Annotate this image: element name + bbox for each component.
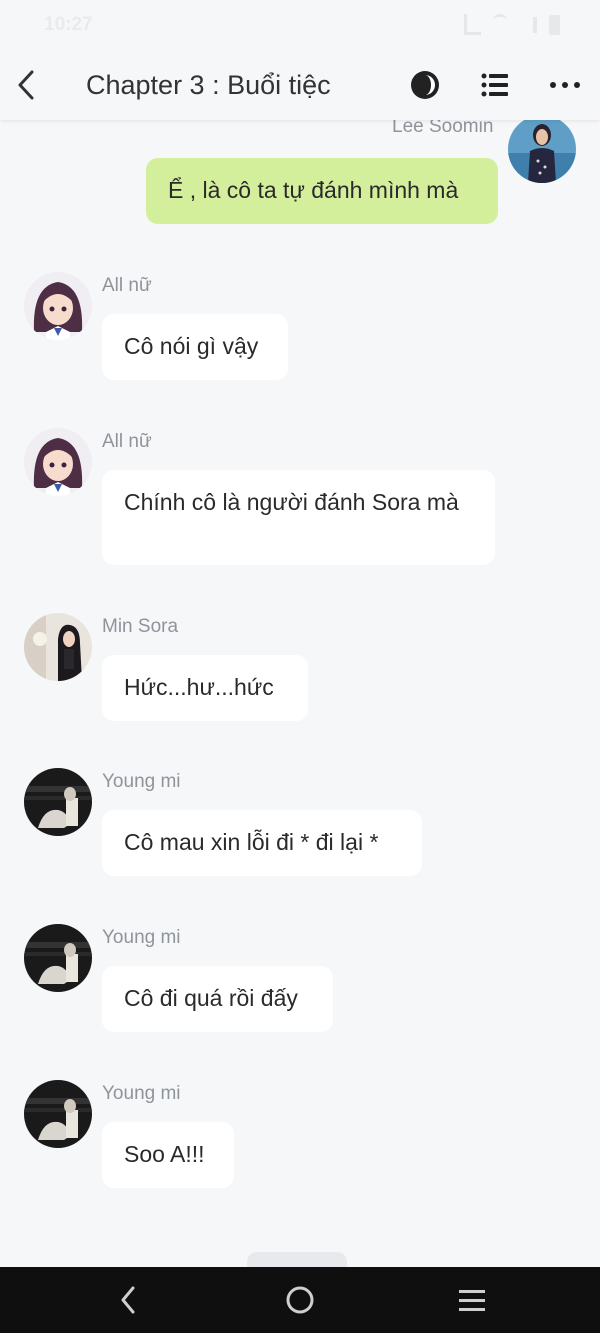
message-bubble: Hức...hư...hức bbox=[102, 655, 308, 721]
avatar-all-nu[interactable] bbox=[24, 428, 92, 496]
message-bubble-self: Ể , là cô ta tự đánh mình mà bbox=[146, 158, 498, 224]
chapter-list-button[interactable] bbox=[478, 68, 512, 102]
avatar-all-nu[interactable] bbox=[24, 272, 92, 340]
signal-icon bbox=[519, 16, 537, 33]
sender-name: Lee Soomin bbox=[392, 120, 494, 137]
nav-recents-icon bbox=[459, 1290, 485, 1311]
theme-toggle-button[interactable] bbox=[408, 68, 442, 102]
nav-recents-button[interactable] bbox=[452, 1284, 492, 1316]
data-icon bbox=[464, 14, 481, 35]
message-text: Soo A!!! bbox=[124, 1141, 205, 1167]
more-options-icon bbox=[550, 82, 580, 88]
message-text: Chính cô là người đánh Sora mà bbox=[124, 489, 459, 515]
back-arrow-icon bbox=[18, 70, 34, 100]
wifi-icon bbox=[493, 14, 507, 35]
avatar-min-sora[interactable] bbox=[24, 613, 92, 681]
message-bubble: Cô mau xin lỗi đi * đi lại * bbox=[102, 810, 422, 876]
avatar-young-mi[interactable] bbox=[24, 1080, 92, 1148]
chapter-header: Chapter 3 : Buổi tiệc bbox=[0, 50, 600, 120]
message-text: Cô đi quá rồi đấy bbox=[124, 985, 298, 1011]
status-bar: 10:27 bbox=[0, 0, 600, 50]
battery-icon bbox=[549, 14, 560, 35]
status-icons bbox=[464, 14, 560, 35]
theme-toggle-icon bbox=[411, 71, 439, 99]
nav-back-icon bbox=[121, 1286, 135, 1314]
message-bubble: Soo A!!! bbox=[102, 1122, 234, 1188]
avatar-young-mi[interactable] bbox=[24, 768, 92, 836]
message-text: Ể , là cô ta tự đánh mình mà bbox=[168, 177, 459, 203]
message-text: Hức...hư...hức bbox=[124, 674, 274, 700]
back-button[interactable] bbox=[12, 68, 42, 102]
nav-back-button[interactable] bbox=[108, 1284, 148, 1316]
message-text: Cô mau xin lỗi đi * đi lại * bbox=[124, 829, 379, 855]
system-nav-bar bbox=[0, 1267, 600, 1333]
sender-name: Min Sora bbox=[102, 616, 179, 637]
chapter-title: Chapter 3 : Buổi tiệc bbox=[86, 70, 331, 100]
sender-name: Young mi bbox=[102, 1083, 181, 1104]
nav-home-icon bbox=[286, 1286, 314, 1314]
sender-name: Young mi bbox=[102, 771, 181, 792]
chapter-list-icon bbox=[481, 73, 508, 97]
chat-area[interactable]: Lee Soomin Ể , là cô ta tự đánh mình mà bbox=[0, 120, 600, 1267]
avatar-young-mi[interactable] bbox=[24, 924, 92, 992]
message-bubble: Chính cô là người đánh Sora mà bbox=[102, 470, 495, 565]
message-bubble: Cô đi quá rồi đấy bbox=[102, 966, 333, 1032]
status-time: 10:27 bbox=[44, 14, 93, 35]
nav-home-button[interactable] bbox=[280, 1284, 320, 1316]
sender-name: All nữ bbox=[102, 431, 152, 452]
sender-name: Young mi bbox=[102, 927, 181, 948]
more-options-button[interactable] bbox=[548, 68, 582, 102]
avatar-lee-soomin[interactable] bbox=[508, 120, 576, 183]
sender-name: All nữ bbox=[102, 275, 152, 296]
message-bubble: Cô nói gì vậy bbox=[102, 314, 288, 380]
message-text: Cô nói gì vậy bbox=[124, 333, 259, 359]
